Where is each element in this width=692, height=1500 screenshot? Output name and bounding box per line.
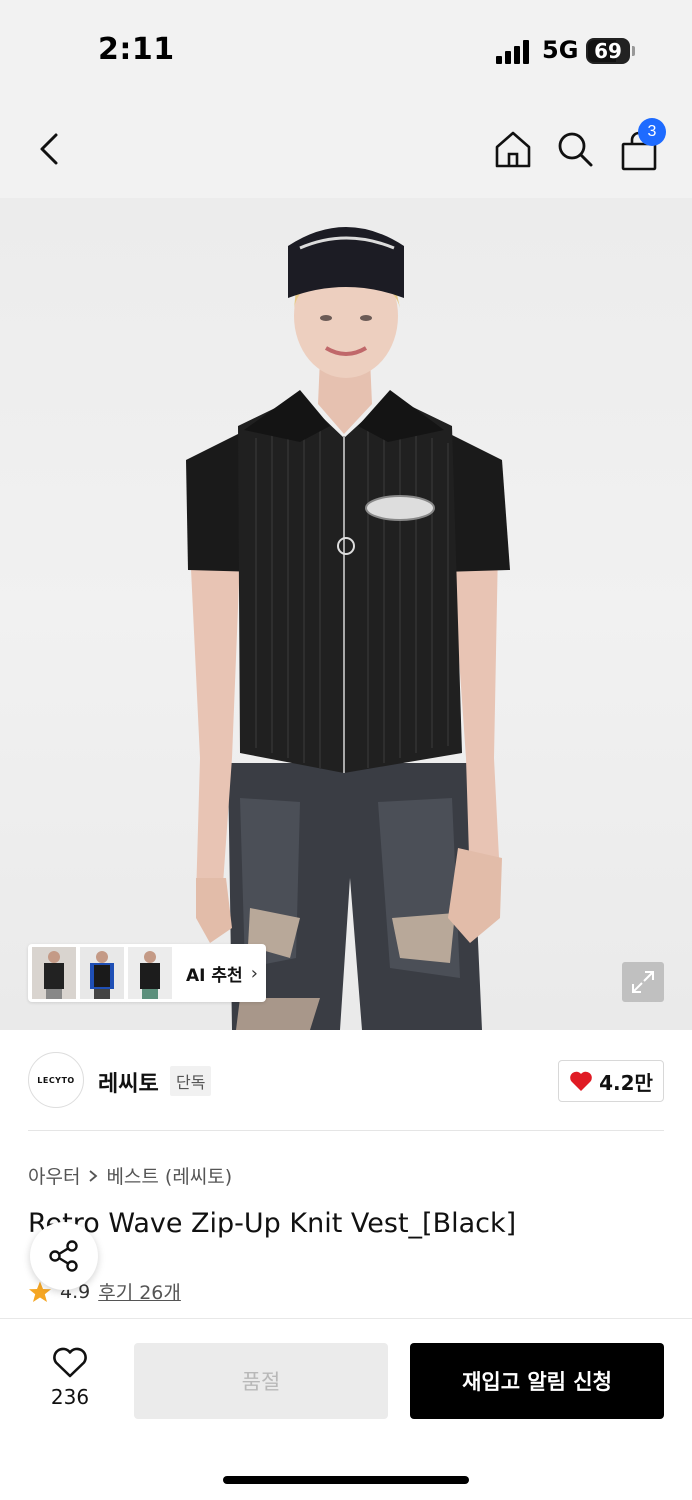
- wishlist-button[interactable]: 236: [40, 1347, 100, 1409]
- nav-bar: 3: [0, 100, 692, 198]
- chevron-left-icon: [40, 133, 58, 165]
- expand-image-button[interactable]: [622, 962, 664, 1002]
- brand-like-button[interactable]: 4.2만: [558, 1060, 664, 1102]
- brand-logo-text: LECYTO: [37, 1075, 75, 1085]
- exclusive-badge: 단독: [170, 1066, 212, 1096]
- battery-icon: 69: [586, 38, 630, 64]
- network-label: 5G: [542, 36, 579, 64]
- chevron-right-icon: [89, 1169, 98, 1182]
- brand-logo[interactable]: LECYTO: [28, 1052, 84, 1108]
- battery-percent: 69: [594, 39, 622, 63]
- back-button[interactable]: [24, 124, 74, 174]
- cart-button[interactable]: 3: [614, 118, 666, 176]
- soldout-button: 품절: [134, 1343, 388, 1419]
- share-button[interactable]: [30, 1222, 98, 1290]
- breadcrumb-category[interactable]: 아우터: [28, 1162, 80, 1189]
- home-icon: [495, 131, 531, 168]
- brand-row: LECYTO 레씨토 단독 4.2만: [0, 1030, 692, 1130]
- restock-notify-button[interactable]: 재입고 알림 신청: [410, 1343, 664, 1419]
- divider: [28, 1130, 664, 1131]
- expand-icon: [632, 971, 654, 993]
- reviews-link[interactable]: 후기 26개: [98, 1278, 181, 1305]
- ai-thumb-3[interactable]: [128, 947, 172, 999]
- product-title: Retro Wave Zip-Up Knit Vest_[Black]: [28, 1208, 517, 1239]
- product-image[interactable]: [0, 198, 692, 1030]
- brand-like-count: 4.2만: [599, 1070, 653, 1095]
- chevron-right-icon: ›: [250, 962, 258, 984]
- breadcrumb: 아우터 베스트 (레씨토): [28, 1162, 232, 1189]
- vest-thumbnail: [80, 947, 124, 999]
- battery-nub: [632, 46, 635, 56]
- breadcrumb-subcategory[interactable]: 베스트 (레씨토): [106, 1162, 232, 1189]
- search-icon: [558, 132, 593, 167]
- vest-thumbnail: [128, 947, 172, 999]
- status-time: 2:11: [98, 32, 175, 67]
- cart-badge: 3: [638, 118, 666, 146]
- wishlist-count: 236: [50, 1385, 90, 1409]
- brand-name[interactable]: 레씨토: [98, 1066, 159, 1098]
- heart-filled-icon: [570, 1071, 592, 1091]
- product-photo: [186, 227, 510, 1030]
- share-icon: [49, 1240, 78, 1272]
- vest-thumbnail: [32, 947, 76, 999]
- ai-recommend-card[interactable]: AI 추천 ›: [28, 944, 266, 1002]
- home-button[interactable]: [488, 124, 538, 174]
- status-bar: 2:11 5G 69: [0, 0, 692, 100]
- heart-outline-icon: [53, 1347, 87, 1378]
- signal-icon: [496, 40, 532, 64]
- ai-recommend-label: AI 추천: [186, 965, 243, 986]
- ai-thumb-2[interactable]: [80, 947, 124, 999]
- home-indicator[interactable]: [223, 1476, 469, 1484]
- bottom-action-bar: 236 품절 재입고 알림 신청: [0, 1318, 692, 1500]
- search-button[interactable]: [550, 124, 600, 174]
- ai-thumb-1[interactable]: [32, 947, 76, 999]
